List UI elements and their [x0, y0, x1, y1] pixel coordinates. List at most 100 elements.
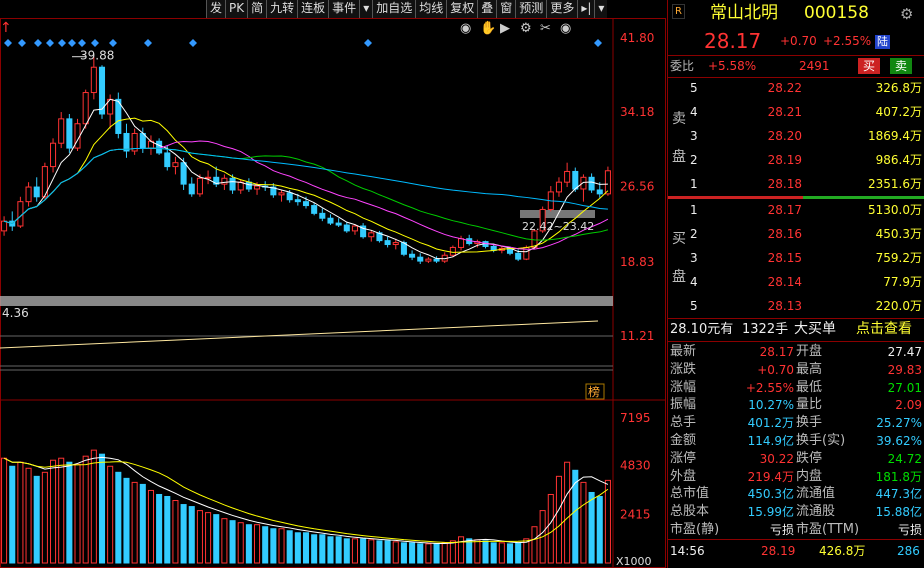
toolbar-item-2[interactable]: 简 [247, 0, 267, 18]
signal-diamond-4 [58, 39, 66, 47]
bid-level-1[interactable]: 1 28.17 5130.0万 [668, 200, 924, 221]
ask-level-3[interactable]: 3 28.20 1869.4万 [668, 126, 924, 147]
gear-icon[interactable]: ⚙ [900, 4, 913, 25]
bid-level-3[interactable]: 3 28.15 759.2万 [668, 248, 924, 269]
volume-bar [515, 542, 522, 564]
signal-diamond-5 [68, 39, 76, 47]
stat-label-2: 市盈(TTM) [796, 522, 860, 537]
volume-bar [156, 493, 163, 564]
volume-bar [90, 449, 97, 564]
candle-body [156, 140, 163, 154]
stat-label-2: 跌停 [796, 450, 823, 466]
stat-label-2: 换手(实) [796, 433, 846, 448]
volume-tick-label: 4830 [620, 459, 651, 473]
toolbar-item-5[interactable]: 事件 [328, 0, 360, 18]
level-volume: 759.2万 [875, 251, 922, 265]
volume-bar [254, 524, 261, 564]
signal-diamond-1 [18, 39, 26, 47]
toolbar-item-0[interactable]: 发 [206, 0, 226, 18]
volume-bar [262, 526, 269, 564]
toolbar-item-13[interactable]: 更多 [546, 0, 578, 18]
stat-value-2: 亏损 [897, 523, 922, 537]
volume-bar [368, 539, 375, 564]
toolbar-item-15[interactable]: ▾ [594, 0, 608, 18]
hand-icon[interactable]: ✋ [480, 20, 496, 36]
toolbar-item-3[interactable]: 九转 [266, 0, 298, 18]
level-price: 28.16 [767, 227, 802, 241]
toolbar-item-12[interactable]: 预测 [515, 0, 547, 18]
big-order-link[interactable]: 点击查看 [856, 319, 912, 340]
toolbar-item-1[interactable]: PK [225, 0, 248, 18]
stock-name: 常山北明 [710, 3, 778, 23]
price-tick-label: 41.80 [620, 31, 654, 45]
signal-diamond-2 [34, 39, 42, 47]
candle-body [417, 256, 424, 262]
candle-body [123, 132, 130, 152]
level-price: 28.14 [767, 275, 802, 289]
toolbar-item-8[interactable]: 均线 [415, 0, 447, 18]
toolbar-item-14[interactable]: ▸| [577, 0, 595, 18]
ask-level-1[interactable]: 1 28.18 2351.6万 [668, 174, 924, 195]
bid-level-4[interactable]: 4 28.14 77.9万 [668, 272, 924, 293]
candle-body [1, 220, 8, 232]
eye2-icon[interactable]: ◉ [560, 21, 571, 36]
candle-body [180, 162, 187, 185]
scissors-icon[interactable]: ✂ [540, 21, 551, 36]
big-order-label: 大买单 [794, 321, 836, 337]
bid-level-2[interactable]: 2 28.16 450.3万 [668, 224, 924, 245]
sell-button[interactable]: 卖 [890, 58, 913, 74]
toolbar-item-10[interactable]: 叠 [477, 0, 497, 18]
stock-header: R 常山北明 000158 ⚙ [668, 0, 924, 26]
ask-bid-bar-green [803, 196, 924, 199]
stock-code: 000158 [804, 3, 869, 23]
stat-row: 外盘 219.4万 内盘 181.8万 [668, 468, 924, 486]
level-price: 28.22 [767, 81, 802, 95]
toolbar-item-4[interactable]: 连板 [297, 0, 329, 18]
level-volume: 2351.6万 [868, 177, 922, 191]
stat-label-2: 最高 [796, 361, 823, 377]
volume-bar [9, 465, 16, 564]
play-icon[interactable]: ▶ [500, 21, 510, 36]
ask-level-2[interactable]: 2 28.19 986.4万 [668, 150, 924, 171]
signal-diamond-7 [91, 39, 99, 47]
volume-bar [482, 540, 489, 564]
stat-label: 最新 [670, 344, 697, 359]
signal-diamond-9 [144, 39, 152, 47]
volume-bar [327, 536, 334, 564]
long-ma-line [0, 320, 599, 349]
volume-bar [41, 471, 48, 564]
kline-chart[interactable]: ↑ 41.80 34.18 26.56 18.83 11.21 7195 4830 2415 X1… [0, 18, 666, 568]
weibi-row: 委比 +5.58% 2491 买 卖 [668, 56, 924, 77]
volume-bar [164, 495, 171, 564]
volume-bar [564, 461, 571, 564]
volume-unit: X1000 [616, 555, 652, 568]
candle-body [392, 242, 399, 246]
level-num: 2 [690, 227, 698, 241]
ask-level-4[interactable]: 4 28.21 407.2万 [668, 102, 924, 123]
stat-row: 最新 28.17 开盘 27.47 [668, 343, 924, 361]
big-order-row[interactable]: 28.10元有 1322手 大买单 点击查看 [668, 319, 924, 341]
toolbar-item-9[interactable]: 复权 [446, 0, 478, 18]
volume-bar [50, 459, 57, 564]
toolbar-item-6[interactable]: ▾ [359, 0, 373, 18]
bid-level-5[interactable]: 5 28.13 220.0万 [668, 296, 924, 317]
level-volume: 986.4万 [875, 153, 922, 167]
volume-bar [351, 538, 358, 564]
volume-tick-label: 2415 [620, 507, 651, 521]
settings-icon[interactable]: ⚙ [520, 21, 532, 36]
stat-label: 总手 [670, 415, 697, 431]
price-change: +0.70 [780, 34, 817, 48]
level-volume: 326.8万 [875, 81, 922, 95]
toolbar-item-11[interactable]: 窗 [496, 0, 516, 18]
toolbar-item-7[interactable]: 加自选 [372, 0, 416, 18]
candle-body [604, 170, 611, 195]
signal-diamond-6 [78, 39, 86, 47]
candle-body [311, 205, 318, 214]
ask-level-5[interactable]: 5 28.22 326.8万 [668, 78, 924, 99]
stat-row: 总市值 450.3亿 流通值 447.3亿 [668, 485, 924, 503]
buy-button[interactable]: 买 [858, 58, 881, 74]
eye-icon[interactable]: ◉ [460, 21, 471, 36]
level-num: 1 [690, 177, 698, 191]
low-label: 4.36 [2, 306, 29, 320]
volume-bar [66, 461, 73, 564]
